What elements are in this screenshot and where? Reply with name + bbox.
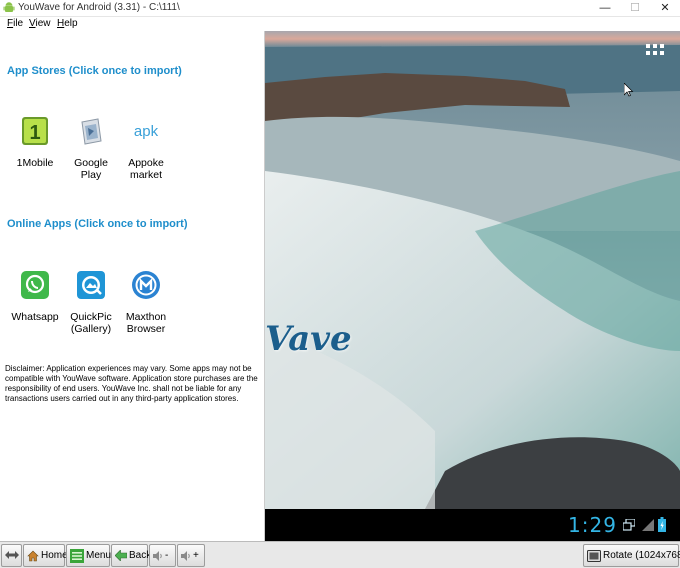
volume-down-button[interactable]: - bbox=[149, 544, 176, 567]
swap-arrows-button[interactable] bbox=[1, 544, 22, 567]
android-app-icon bbox=[3, 2, 15, 12]
minimize-button[interactable]: — bbox=[590, 0, 620, 17]
app-label: QuickPic (Gallery) bbox=[70, 311, 112, 335]
window-title: YouWave for Android (3.31) - C:\111\ bbox=[18, 2, 180, 13]
menu-help[interactable]: Help bbox=[57, 18, 78, 29]
signal-icon bbox=[642, 519, 654, 531]
close-button[interactable]: ✕ bbox=[650, 0, 680, 17]
android-system-bar: 1:29 bbox=[265, 509, 680, 541]
1mobile-icon: 1 bbox=[22, 117, 48, 145]
svg-text:apk: apk bbox=[134, 123, 159, 140]
home-button[interactable]: Home bbox=[23, 544, 68, 567]
speaker-icon bbox=[181, 550, 190, 561]
app-tile-maxthon[interactable]: Maxthon Browser bbox=[121, 270, 171, 335]
quickpic-icon bbox=[77, 271, 105, 299]
app-tile-google-play[interactable]: Google Play bbox=[66, 116, 116, 181]
rotate-device-icon bbox=[587, 549, 601, 562]
volume-up-button[interactable]: + bbox=[177, 544, 205, 567]
android-screen[interactable]: Vave 1:29 bbox=[265, 31, 680, 541]
menu-button[interactable]: Menu bbox=[66, 544, 111, 567]
app-tile-quickpic[interactable]: QuickPic (Gallery) bbox=[66, 270, 116, 335]
app-label: Whatsapp bbox=[11, 311, 59, 323]
mouse-cursor-icon bbox=[624, 83, 634, 97]
menu-list-icon bbox=[70, 548, 84, 563]
apk-icon: apk bbox=[134, 123, 159, 140]
whatsapp-icon bbox=[21, 271, 49, 299]
maxthon-icon bbox=[132, 271, 160, 299]
app-label: Appoke market bbox=[128, 157, 164, 181]
title-bar: YouWave for Android (3.31) - C:\111\ — ☐… bbox=[0, 0, 680, 17]
app-label: 1Mobile bbox=[16, 157, 54, 169]
menu-bar: File View Help bbox=[0, 17, 680, 31]
app-stores-heading: App Stores (Click once to import) bbox=[7, 65, 182, 77]
app-tile-1mobile[interactable]: 1 1Mobile bbox=[10, 116, 60, 169]
wallpaper-image bbox=[265, 31, 680, 509]
import-panel: App Stores (Click once to import) 1 1Mob… bbox=[0, 31, 265, 541]
svg-text:1: 1 bbox=[29, 122, 40, 144]
menu-file[interactable]: File bbox=[7, 18, 23, 29]
home-icon bbox=[27, 550, 39, 561]
google-play-icon bbox=[81, 118, 102, 145]
bottom-toolbar: Home Menu Back - + Rotate (1024x768) bbox=[0, 541, 680, 568]
app-label: Google Play bbox=[74, 157, 108, 181]
back-button[interactable]: Back bbox=[111, 544, 151, 567]
maximize-button[interactable]: ☐ bbox=[620, 0, 650, 17]
app-tile-appoke[interactable]: apk Appoke market bbox=[121, 116, 171, 181]
double-arrow-icon bbox=[5, 551, 19, 560]
speaker-icon bbox=[153, 550, 162, 561]
back-arrow-icon bbox=[115, 550, 127, 561]
disclaimer-text: Disclaimer: Application experiences may … bbox=[5, 364, 258, 403]
youwave-brand-text: Vave bbox=[265, 319, 352, 359]
rotate-button[interactable]: Rotate (1024x768) bbox=[583, 544, 680, 567]
battery-icon bbox=[658, 517, 666, 532]
menu-view[interactable]: View bbox=[29, 18, 51, 29]
apps-grid-icon[interactable] bbox=[646, 44, 664, 58]
online-apps-heading: Online Apps (Click once to import) bbox=[7, 218, 188, 230]
clock-text: 1:29 bbox=[568, 513, 617, 537]
app-label: Maxthon Browser bbox=[125, 311, 167, 335]
app-tile-whatsapp[interactable]: Whatsapp bbox=[10, 270, 60, 323]
screenshot-notification-icon bbox=[623, 519, 635, 531]
